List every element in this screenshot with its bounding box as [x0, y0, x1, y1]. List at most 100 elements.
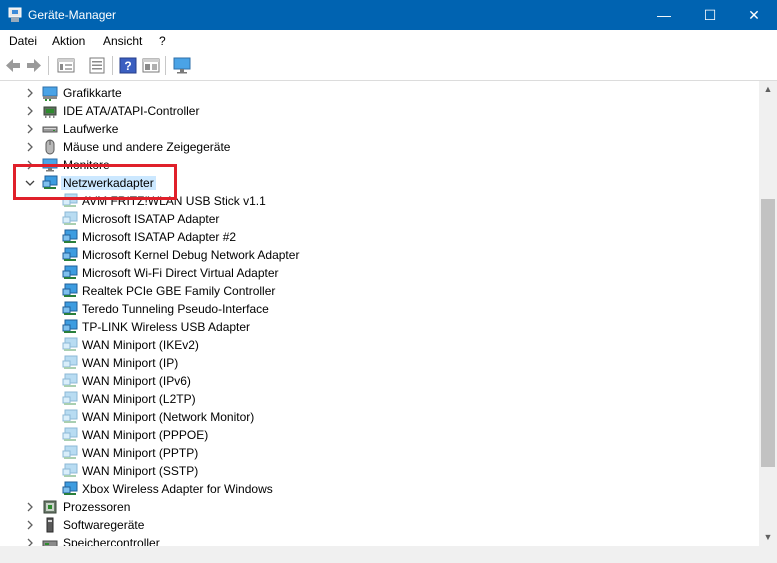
tree-category-ide[interactable]: IDE ATA/ATAPI-Controller — [0, 102, 759, 120]
title-bar: Geräte-Manager — ☐ ✕ — [0, 0, 777, 30]
display-adapter-icon — [42, 86, 58, 101]
chevron-right-icon[interactable] — [24, 501, 36, 513]
tree-device-row[interactable]: Microsoft ISATAP Adapter — [0, 210, 759, 228]
tree-device-row[interactable]: Xbox Wireless Adapter for Windows — [0, 480, 759, 498]
drive-icon — [42, 126, 58, 133]
tree-device-row[interactable]: WAN Miniport (PPPOE) — [0, 426, 759, 444]
tree-device-label: Teredo Tunneling Pseudo-Interface — [82, 302, 269, 316]
tree-device-label: WAN Miniport (PPPOE) — [82, 428, 209, 442]
toolbar-separator — [165, 56, 166, 75]
menu-aktion[interactable]: Aktion — [52, 34, 85, 48]
tree-device-row[interactable]: TP-LINK Wireless USB Adapter — [0, 318, 759, 336]
menu-ansicht[interactable]: Ansicht — [103, 34, 142, 48]
tree-device-label: WAN Miniport (PPTP) — [82, 446, 199, 460]
tree-device-label: WAN Miniport (IKEv2) — [82, 338, 199, 352]
tree-device-label: WAN Miniport (SSTP) — [82, 464, 199, 478]
tree-device-label: Realtek PCIe GBE Family Controller — [82, 284, 276, 298]
vertical-scrollbar[interactable]: ▲ ▼ — [759, 81, 777, 546]
tree-device-row[interactable]: WAN Miniport (SSTP) — [0, 462, 759, 480]
maximize-button[interactable]: ☐ — [687, 0, 733, 30]
tree-category-softwaregeraete[interactable]: Softwaregeräte — [0, 516, 759, 534]
tree-device-row[interactable]: Teredo Tunneling Pseudo-Interface — [0, 300, 759, 318]
tree-device-row[interactable]: WAN Miniport (IKEv2) — [0, 336, 759, 354]
tree-category-laufwerke[interactable]: Laufwerke — [0, 120, 759, 138]
network-adapter-icon — [62, 265, 78, 279]
list-icon[interactable] — [88, 57, 106, 74]
back-icon[interactable] — [4, 57, 22, 74]
network-adapter-inactive-icon — [62, 337, 78, 351]
tree-device-row[interactable]: WAN Miniport (Network Monitor) — [0, 408, 759, 426]
tree-device-row[interactable]: Microsoft Kernel Debug Network Adapter — [0, 246, 759, 264]
network-adapter-inactive-icon — [62, 445, 78, 459]
ide-controller-icon — [43, 106, 57, 118]
chevron-right-icon[interactable] — [24, 519, 36, 531]
view-icon[interactable] — [142, 57, 160, 74]
window-title: Geräte-Manager — [28, 8, 117, 22]
network-adapter-icon — [62, 319, 78, 333]
tree-category-maeuse[interactable]: Mäuse und andere Zeigegeräte — [0, 138, 759, 156]
menu-help[interactable]: ? — [159, 34, 166, 48]
horizontal-scrollbar[interactable] — [0, 546, 759, 563]
tree-category-label: Softwaregeräte — [63, 518, 145, 532]
network-adapter-inactive-icon — [62, 463, 78, 477]
network-adapter-inactive-icon — [62, 211, 78, 225]
mouse-icon — [45, 139, 55, 155]
tree-device-label: Xbox Wireless Adapter for Windows — [82, 482, 273, 496]
chevron-right-icon[interactable] — [24, 123, 36, 135]
tree-device-label: WAN Miniport (IPv6) — [82, 374, 191, 388]
tree-category-prozessoren[interactable]: Prozessoren — [0, 498, 759, 516]
tree-category-grafikkarte[interactable]: Grafikkarte — [0, 84, 759, 102]
menu-datei[interactable]: Datei — [9, 34, 37, 48]
tree-device-row[interactable]: Microsoft ISATAP Adapter #2 — [0, 228, 759, 246]
tree-category-label: IDE ATA/ATAPI-Controller — [63, 104, 200, 118]
tree-device-label: TP-LINK Wireless USB Adapter — [82, 320, 251, 334]
scrollbar-thumb[interactable] — [761, 199, 775, 467]
help-icon[interactable]: ? — [119, 57, 137, 74]
tree-device-row[interactable]: Realtek PCIe GBE Family Controller — [0, 282, 759, 300]
tree-category-label: Mäuse und andere Zeigegeräte — [63, 140, 231, 154]
toolbar-separator — [112, 56, 113, 75]
software-device-icon — [46, 517, 54, 533]
tree-device-label: WAN Miniport (IP) — [82, 356, 179, 370]
tree-device-row[interactable]: WAN Miniport (IP) — [0, 354, 759, 372]
network-adapter-icon — [62, 229, 78, 243]
network-adapter-inactive-icon — [62, 391, 78, 405]
tree-category-label: Prozessoren — [63, 500, 131, 514]
properties-icon[interactable] — [57, 57, 75, 74]
network-adapter-inactive-icon — [62, 409, 78, 423]
tree-device-label: Microsoft Kernel Debug Network Adapter — [82, 248, 300, 262]
svg-text:?: ? — [124, 59, 131, 73]
tree-device-row[interactable]: WAN Miniport (IPv6) — [0, 372, 759, 390]
toolbar-separator — [48, 56, 49, 75]
forward-icon[interactable] — [25, 57, 43, 74]
network-adapter-icon — [62, 283, 78, 297]
tree-category-label: Laufwerke — [63, 122, 119, 136]
close-button[interactable]: ✕ — [731, 0, 777, 30]
tree-category-speichercontroller[interactable]: Speichercontroller — [0, 534, 759, 546]
tree-device-label: WAN Miniport (Network Monitor) — [82, 410, 255, 424]
network-adapter-icon — [62, 481, 78, 495]
processor-icon — [43, 500, 57, 514]
tree-device-row[interactable]: WAN Miniport (L2TP) — [0, 390, 759, 408]
network-adapter-icon — [62, 301, 78, 315]
tree-device-label: Microsoft ISATAP Adapter #2 — [82, 230, 237, 244]
device-tree[interactable]: Grafikkarte IDE ATA/ATAPI-Controller Lau… — [0, 81, 759, 546]
network-adapter-inactive-icon — [62, 373, 78, 387]
scroll-down-icon[interactable]: ▼ — [759, 529, 777, 546]
tree-device-row[interactable]: WAN Miniport (PPTP) — [0, 444, 759, 462]
tree-device-label: WAN Miniport (L2TP) — [82, 392, 196, 406]
network-adapter-icon — [62, 247, 78, 261]
minimize-button[interactable]: — — [641, 0, 687, 30]
chevron-right-icon[interactable] — [24, 537, 36, 546]
device-manager-app-icon — [8, 7, 22, 22]
tree-device-label: Microsoft ISATAP Adapter — [82, 212, 220, 226]
monitor-icon[interactable] — [173, 57, 191, 74]
network-adapter-inactive-icon — [62, 355, 78, 369]
scroll-up-icon[interactable]: ▲ — [759, 81, 777, 98]
tree-category-label: Grafikkarte — [63, 86, 122, 100]
chevron-right-icon[interactable] — [24, 105, 36, 117]
highlight-box — [13, 164, 177, 200]
chevron-right-icon[interactable] — [24, 87, 36, 99]
tree-device-row[interactable]: Microsoft Wi-Fi Direct Virtual Adapter — [0, 264, 759, 282]
chevron-right-icon[interactable] — [24, 141, 36, 153]
